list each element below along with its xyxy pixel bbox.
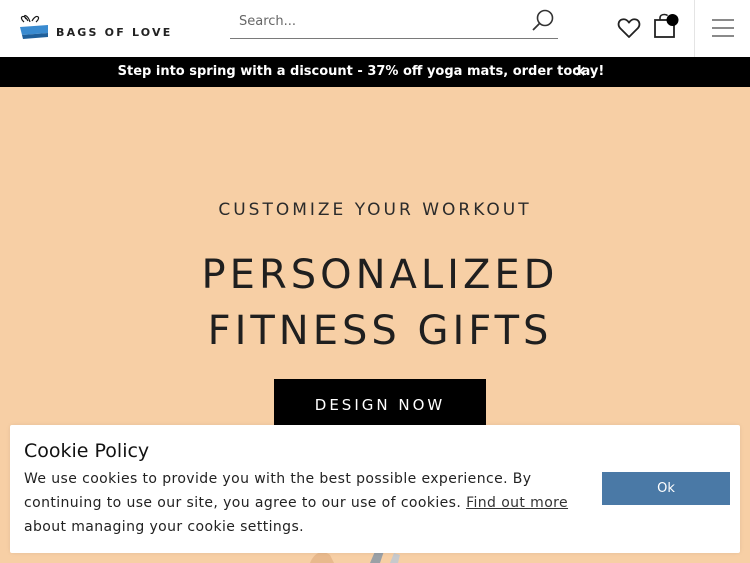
cookie-text: We use cookies to provide you with the b… (24, 467, 584, 539)
header-divider (694, 0, 695, 57)
promo-text: Step into spring with a discount - 37% o… (117, 64, 605, 79)
site-header: BAGS OF LOVE (0, 0, 750, 57)
cookie-text-start: We use cookies to provide you with the b… (24, 471, 532, 511)
logo-icon (20, 14, 48, 39)
promo-banner: Step into spring with a discount - 37% o… (0, 57, 750, 87)
menu-icon[interactable] (710, 17, 736, 39)
hero-title: PERSONALIZED FITNESS GIFTS (0, 247, 750, 359)
logo[interactable]: BAGS OF LOVE (18, 10, 170, 42)
search-bar (230, 4, 558, 39)
cookie-title: Cookie Policy (24, 440, 150, 462)
search-icon[interactable] (530, 8, 556, 34)
hero-title-line2: FITNESS GIFTS (207, 308, 553, 354)
logo-text: BAGS OF LOVE (56, 26, 173, 39)
cookie-ok-button[interactable]: Ok (602, 472, 730, 505)
hero-kicker: CUSTOMIZE YOUR WORKOUT (218, 200, 532, 220)
heart-icon[interactable] (617, 17, 641, 39)
design-now-button[interactable]: DESIGN NOW (274, 379, 486, 431)
search-input[interactable] (230, 4, 520, 38)
shopping-bag-icon[interactable] (653, 12, 681, 40)
find-out-more-link[interactable]: Find out more (466, 495, 568, 511)
cookie-banner: Cookie Policy We use cookies to provide … (10, 425, 740, 553)
cookie-text-end: about managing your cookie settings. (24, 519, 304, 535)
hero-title-line1: PERSONALIZED (201, 252, 559, 298)
promo-close-button[interactable]: × (574, 62, 587, 80)
